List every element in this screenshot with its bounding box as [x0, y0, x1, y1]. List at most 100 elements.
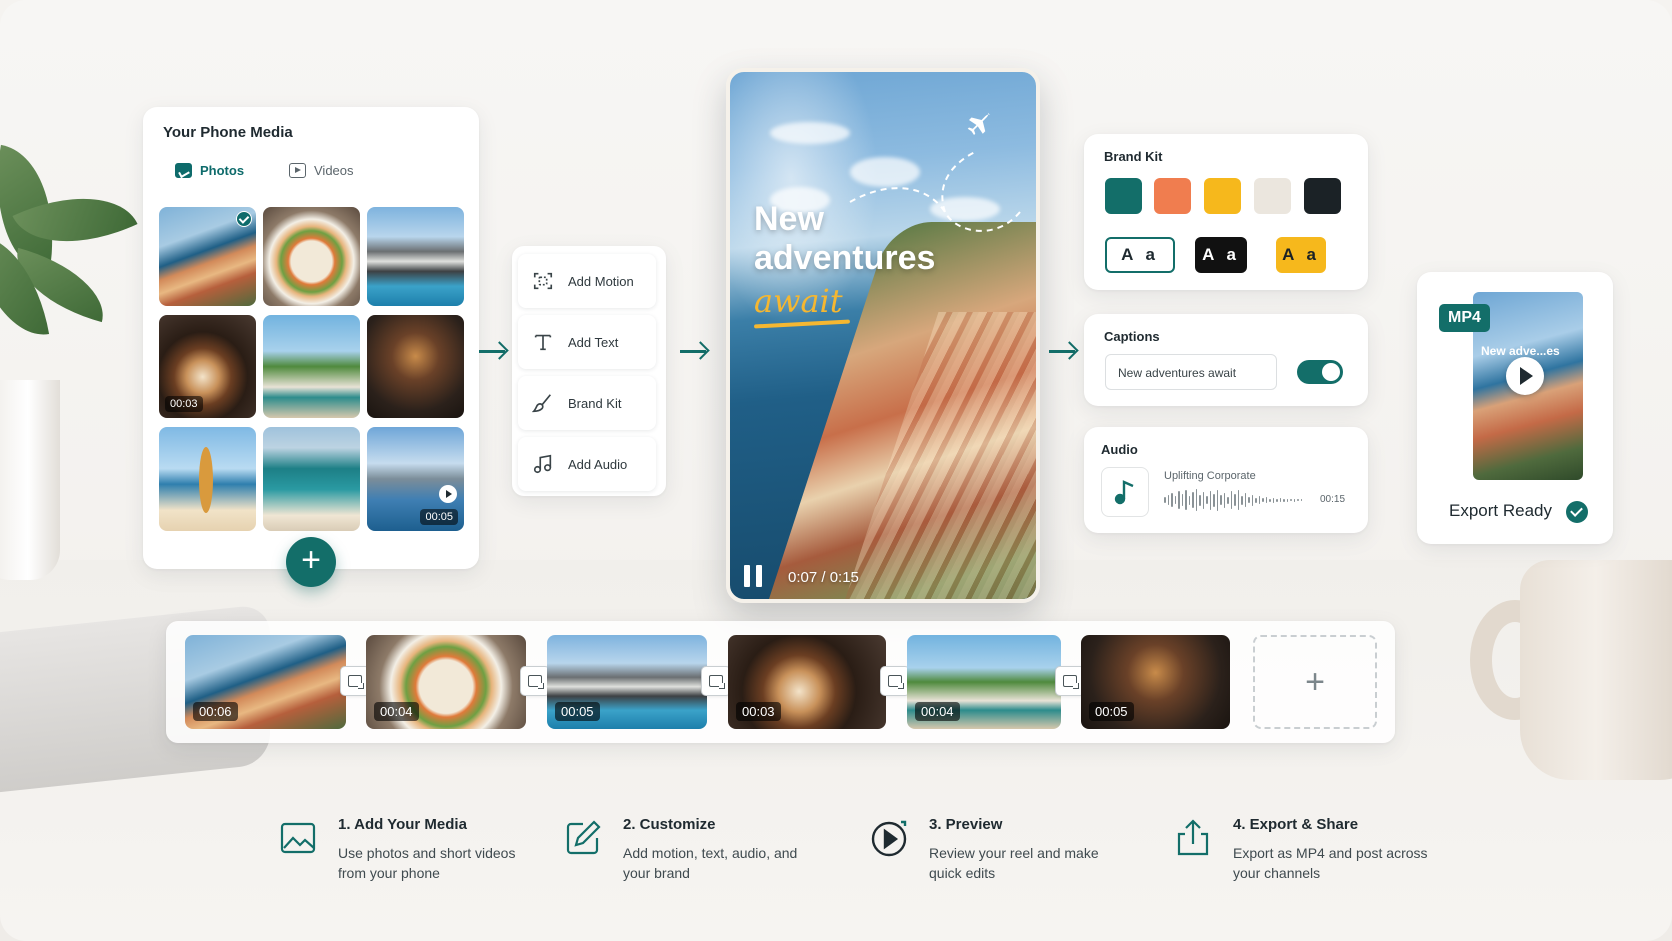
- waveform-bar: [1216, 489, 1218, 511]
- timeline-clip[interactable]: 00:06: [185, 635, 346, 729]
- captions-toggle[interactable]: [1297, 360, 1343, 384]
- transition-button[interactable]: [701, 666, 731, 696]
- add-media-button[interactable]: +: [286, 537, 336, 587]
- waveform-bar: [1300, 499, 1302, 501]
- export-status-label: Export Ready: [1449, 501, 1552, 520]
- waveform-bar: [1251, 494, 1253, 506]
- media-item-shop-front[interactable]: [263, 427, 360, 531]
- waveform-bar: [1202, 491, 1204, 509]
- transition-icon: [888, 675, 904, 689]
- clip-duration: 00:03: [736, 702, 781, 721]
- waveform-bar: [1164, 497, 1166, 503]
- plus-icon: +: [301, 541, 321, 579]
- captions-title: Captions: [1104, 329, 1160, 344]
- waveform-bar: [1258, 496, 1260, 504]
- media-item-pier-sea[interactable]: 00:05: [367, 427, 464, 531]
- media-grid: 00:03 00:05: [159, 207, 465, 531]
- headline-line2: adventures: [754, 239, 936, 277]
- videos-icon: [289, 163, 306, 178]
- brand-color-swatch[interactable]: [1154, 178, 1191, 214]
- brand-color-swatch[interactable]: [1204, 178, 1241, 214]
- waveform-bar: [1262, 498, 1264, 502]
- clip-duration: 00:06: [193, 702, 238, 721]
- timeline-clip[interactable]: 00:03: [728, 635, 886, 729]
- captions-panel: Captions New adventures await: [1084, 314, 1368, 406]
- coffee-mug: [1520, 560, 1672, 780]
- flow-arrow-icon: [1049, 350, 1075, 353]
- transition-button[interactable]: [880, 666, 910, 696]
- waveform-bar: [1188, 495, 1190, 505]
- media-item-surfboard-beach[interactable]: [159, 427, 256, 531]
- transition-icon: [1063, 675, 1079, 689]
- waveform-bar: [1199, 494, 1201, 506]
- reel-preview[interactable]: New adventures await 0:07 / 0:15: [726, 68, 1040, 603]
- waveform-bar: [1206, 496, 1208, 504]
- tab-videos[interactable]: Videos: [289, 163, 354, 178]
- media-item-coastal-village[interactable]: [159, 207, 256, 306]
- font-style-yellow[interactable]: A a: [1276, 237, 1326, 273]
- media-item-modern-house[interactable]: [367, 207, 464, 306]
- brand-color-swatch[interactable]: [1254, 178, 1291, 214]
- phone-media-panel: Your Phone Media Photos Videos 00:03 00:…: [143, 107, 479, 569]
- brand-color-swatch[interactable]: [1304, 178, 1341, 214]
- script-underline: [753, 319, 851, 329]
- add-audio-button[interactable]: Add Audio: [518, 437, 656, 491]
- waveform-bar: [1286, 498, 1288, 502]
- motion-frame-icon: [533, 272, 553, 290]
- caption-text-input[interactable]: New adventures await: [1105, 354, 1277, 390]
- waveform-bar: [1171, 493, 1173, 507]
- tab-photos-label: Photos: [200, 163, 245, 178]
- waveform-bar: [1272, 497, 1274, 503]
- step-title: 2. Customize: [623, 816, 716, 833]
- pause-button[interactable]: [744, 565, 764, 587]
- brand-kit-panel: Brand Kit A a A a A a: [1084, 134, 1368, 290]
- timeline-clip[interactable]: 00:05: [547, 635, 707, 729]
- clip-duration: 00:05: [555, 702, 600, 721]
- waveform-bar: [1244, 493, 1246, 507]
- timeline-clip[interactable]: 00:04: [907, 635, 1061, 729]
- play-icon[interactable]: [1506, 357, 1544, 395]
- audio-track-name: Uplifting Corporate: [1164, 470, 1256, 482]
- brush-icon: [532, 394, 551, 413]
- headline-line1: New: [754, 200, 824, 238]
- music-note-icon: [1114, 480, 1134, 505]
- media-item-cafe-interior[interactable]: [367, 315, 464, 418]
- brand-kit-title: Brand Kit: [1104, 149, 1163, 164]
- waveform-bar: [1248, 497, 1250, 503]
- add-motion-button[interactable]: Add Motion: [518, 254, 656, 308]
- waveform-bar: [1227, 496, 1229, 504]
- format-badge: MP4: [1439, 304, 1490, 332]
- playback-time: 0:07 / 0:15: [788, 569, 859, 586]
- add-text-button[interactable]: Add Text: [518, 315, 656, 369]
- step-title: 4. Export & Share: [1233, 816, 1359, 833]
- tab-photos[interactable]: Photos: [175, 163, 244, 178]
- add-clip-button[interactable]: +: [1253, 635, 1377, 729]
- font-style-dark[interactable]: A a: [1195, 237, 1247, 273]
- media-item-salad-bowl[interactable]: [263, 207, 360, 306]
- export-panel: New adve...es MP4 Export Ready: [1417, 272, 1613, 544]
- audio-title: Audio: [1101, 442, 1138, 457]
- clip-duration: 00:04: [915, 702, 960, 721]
- brand-color-swatch[interactable]: [1105, 178, 1142, 214]
- waveform-bar: [1290, 499, 1292, 501]
- export-thumb-text: New adve...es: [1481, 344, 1560, 358]
- media-item-latte-pour[interactable]: 00:03: [159, 315, 256, 418]
- step-desc: Use photos and short videos from your ph…: [338, 845, 516, 881]
- timeline-clip[interactable]: 00:04: [366, 635, 526, 729]
- clip-timeline: 00:06 00:04 00:05 00:03 00:04 00:05 +: [166, 621, 1395, 743]
- clip-duration: 00:05: [1089, 702, 1134, 721]
- airplane-icon: [967, 112, 991, 135]
- audio-waveform[interactable]: [1164, 489, 1304, 511]
- transition-button[interactable]: [520, 666, 550, 696]
- step-desc: Review your reel and make quick edits: [929, 845, 1099, 881]
- media-item-van-palm-beach[interactable]: [263, 315, 360, 418]
- timeline-clip[interactable]: 00:05: [1081, 635, 1230, 729]
- media-panel-title: Your Phone Media: [163, 124, 293, 141]
- audio-track-button[interactable]: [1101, 467, 1149, 517]
- app-canvas: Your Phone Media Photos Videos 00:03 00:…: [0, 0, 1672, 941]
- brand-kit-button[interactable]: Brand Kit: [518, 376, 656, 430]
- font-style-outline[interactable]: A a: [1105, 237, 1175, 273]
- waveform-bar: [1241, 495, 1243, 505]
- step-title: 1. Add Your Media: [338, 816, 467, 833]
- preview-headline: New adventures: [754, 200, 935, 278]
